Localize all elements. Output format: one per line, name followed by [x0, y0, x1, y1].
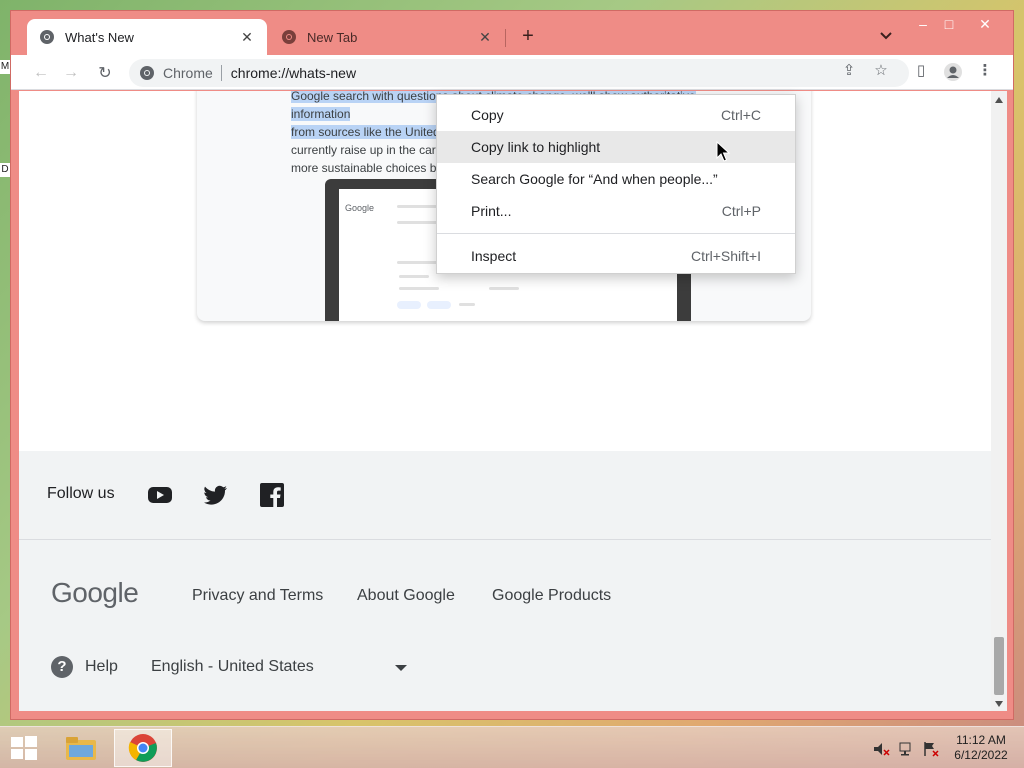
mouse-pointer-icon — [716, 141, 731, 162]
network-icon[interactable] — [898, 741, 916, 757]
file-explorer-icon — [66, 737, 96, 760]
taskbar: 11:12 AM 6/12/2022 — [0, 726, 1024, 768]
back-arrow-icon[interactable]: ← — [31, 63, 51, 83]
about-google-link[interactable]: About Google — [357, 587, 455, 605]
twitter-icon[interactable] — [203, 483, 229, 507]
url-text: chrome://whats-new — [230, 65, 357, 81]
tab-strip: What's New ✕ New Tab ✕ + – □ ✕ — [11, 11, 1013, 55]
selected-text: from sources like the United N — [291, 125, 452, 139]
windows-start-icon[interactable] — [10, 735, 38, 761]
privacy-terms-link[interactable]: Privacy and Terms — [192, 587, 323, 605]
context-menu-item-search-google[interactable]: Search Google for “And when people...” — [437, 163, 795, 195]
chrome-logo-icon — [140, 66, 154, 80]
forward-arrow-icon[interactable]: → — [61, 63, 81, 83]
facebook-icon[interactable] — [259, 483, 285, 507]
context-menu-item-copy[interactable]: Copy Ctrl+C — [437, 99, 795, 131]
help-icon[interactable]: ? — [51, 656, 73, 678]
reload-icon[interactable]: ↻ — [95, 63, 115, 83]
close-window-button[interactable]: ✕ — [971, 13, 999, 35]
browser-toolbar: ← → ↻ Chrome chrome://whats-new ⇪ ☆ ▯ ⋮ — [11, 55, 1013, 90]
share-icon[interactable]: ⇪ — [839, 61, 859, 81]
scroll-thumb[interactable] — [994, 637, 1004, 695]
context-menu-item-print[interactable]: Print... Ctrl+P — [437, 195, 795, 227]
taskbar-chrome[interactable] — [114, 729, 172, 767]
bookmark-star-icon[interactable]: ☆ — [871, 61, 891, 81]
clock-date: 6/12/2022 — [954, 748, 1008, 762]
footer-divider — [19, 539, 991, 540]
menu-item-shortcut: Ctrl+P — [721, 203, 761, 219]
system-clock[interactable]: 11:12 AM 6/12/2022 — [948, 733, 1014, 763]
google-products-link[interactable]: Google Products — [492, 587, 611, 605]
page-footer: Follow us Google Privacy and Terms About… — [19, 451, 991, 711]
menu-item-label: Inspect — [471, 248, 517, 264]
chevron-down-icon[interactable] — [395, 665, 407, 671]
mini-google-logo: Google — [345, 203, 375, 213]
context-menu: Copy Ctrl+C Copy link to highlight Searc… — [436, 94, 796, 274]
google-logo[interactable]: Google — [51, 577, 139, 609]
menu-separator — [437, 233, 795, 234]
tab-new-tab[interactable]: New Tab ✕ — [269, 19, 505, 55]
desktop-edge-label: M — [0, 60, 10, 74]
help-link[interactable]: Help — [85, 658, 118, 676]
side-panel-icon[interactable]: ▯ — [911, 61, 931, 81]
follow-us-label: Follow us — [47, 485, 115, 502]
context-menu-item-copy-link-to-highlight[interactable]: Copy link to highlight — [437, 131, 795, 163]
clock-time: 11:12 AM — [956, 733, 1006, 747]
tab-whats-new[interactable]: What's New ✕ — [27, 19, 267, 55]
minimize-button[interactable]: – — [909, 13, 937, 35]
language-select[interactable]: English - United States — [151, 658, 411, 676]
tab-search-icon[interactable] — [877, 27, 895, 45]
tab-title: New Tab — [307, 29, 358, 45]
tab-close-icon[interactable]: ✕ — [477, 29, 493, 46]
volume-muted-icon[interactable] — [872, 741, 890, 757]
scroll-down-arrow-icon[interactable] — [995, 701, 1003, 707]
chrome-favicon-icon — [282, 30, 296, 44]
youtube-icon[interactable] — [147, 483, 173, 507]
menu-kebab-icon[interactable]: ⋮ — [975, 61, 995, 81]
scroll-up-arrow-icon[interactable] — [995, 97, 1003, 103]
chrome-taskbar-icon — [128, 734, 157, 762]
context-menu-item-inspect[interactable]: Inspect Ctrl+Shift+I — [437, 240, 795, 272]
menu-item-shortcut: Ctrl+C — [720, 107, 761, 123]
action-center-flag-icon[interactable] — [922, 741, 940, 757]
vertical-scrollbar[interactable] — [991, 91, 1007, 711]
taskbar-file-explorer[interactable] — [52, 729, 110, 767]
tab-separator — [505, 29, 506, 47]
new-tab-button[interactable]: + — [517, 25, 539, 48]
menu-item-label: Print... — [471, 203, 512, 219]
tab-title: What's New — [65, 29, 134, 45]
menu-item-shortcut: Ctrl+Shift+I — [690, 248, 761, 264]
menu-item-label: Search Google for “And when people...” — [471, 171, 718, 187]
maximize-button[interactable]: □ — [935, 13, 963, 35]
profile-avatar-icon[interactable] — [943, 62, 963, 82]
tab-close-icon[interactable]: ✕ — [239, 29, 255, 46]
chrome-favicon-icon — [40, 30, 54, 44]
site-chip: Chrome — [163, 65, 222, 81]
menu-item-label: Copy — [471, 107, 504, 123]
address-bar[interactable]: Chrome chrome://whats-new — [129, 59, 909, 87]
desktop-edge-label: D — [0, 163, 10, 177]
